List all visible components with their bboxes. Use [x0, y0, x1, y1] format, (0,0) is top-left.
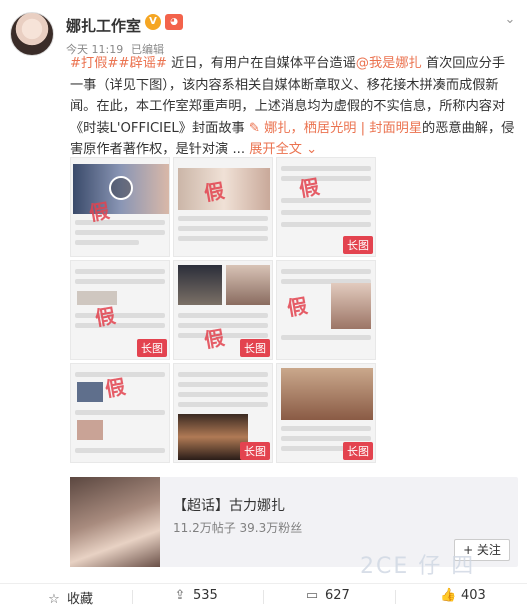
- user-name[interactable]: 娜扎工作室: [66, 15, 141, 36]
- long-image-badge: 长图: [343, 442, 373, 460]
- topic-thumb: [70, 477, 160, 567]
- image-thumb[interactable]: 长图: [173, 363, 273, 463]
- thumbs-up-icon: 👍: [440, 588, 457, 603]
- star-icon: ☆: [48, 592, 60, 607]
- like-count: 403: [461, 588, 486, 603]
- mention-link[interactable]: @我是娜扎: [356, 56, 422, 71]
- image-thumb[interactable]: 假: [173, 157, 273, 257]
- share-count: 535: [193, 588, 218, 603]
- collect-label: 收藏: [67, 592, 94, 607]
- article-link[interactable]: ✎ 娜扎，栖居光明 | 封面明星: [249, 121, 422, 136]
- long-image-badge: 长图: [240, 339, 270, 357]
- long-image-badge: 长图: [240, 442, 270, 460]
- collect-button[interactable]: ☆ 收藏: [46, 588, 93, 608]
- image-thumb[interactable]: 假 长图: [276, 157, 376, 257]
- image-grid: 假 假 假 长图 假 长图 假 长图 假 假 长图 长图: [70, 157, 376, 464]
- verified-icon: V: [145, 14, 161, 30]
- image-thumb[interactable]: 假 长图: [70, 260, 170, 360]
- like-button[interactable]: 👍 403: [440, 588, 486, 608]
- share-button[interactable]: ⇪ 535: [172, 588, 218, 608]
- chevron-down-icon[interactable]: ⌄: [501, 12, 519, 30]
- vip-icon: ◕: [165, 14, 183, 30]
- long-image-badge: 长图: [343, 236, 373, 254]
- image-thumb[interactable]: 假: [276, 260, 376, 360]
- comment-icon: ▭: [305, 588, 319, 603]
- post-text: #打假##辟谣# 近日，有用户在自媒体平台造谣@我是娜扎 首次回应分手一事（详见…: [70, 53, 516, 161]
- image-thumb[interactable]: 假 长图: [173, 260, 273, 360]
- avatar[interactable]: [10, 12, 54, 56]
- long-image-badge: 长图: [137, 339, 167, 357]
- expand-label: 展开全文: [249, 142, 302, 157]
- post-footer: ☆ 收藏 ⇪ 535 ▭ 627 👍 403: [0, 583, 527, 609]
- image-thumb[interactable]: 假: [70, 157, 170, 257]
- hashtag-fake[interactable]: #打假#: [70, 56, 118, 71]
- hashtag-rumor[interactable]: #辟谣#: [118, 56, 166, 71]
- share-icon: ⇪: [174, 588, 186, 603]
- fake-stamp: 假: [285, 293, 310, 321]
- image-thumb[interactable]: 长图: [276, 363, 376, 463]
- expand-link[interactable]: 展开全文 ⌄: [249, 142, 317, 157]
- image-thumb[interactable]: 假: [70, 363, 170, 463]
- topic-title[interactable]: 【超话】古力娜扎: [173, 495, 285, 515]
- topic-stats: 11.2万帖子 39.3万粉丝: [173, 521, 303, 535]
- post-text-part: 近日，有用户在自媒体平台造谣: [166, 56, 356, 71]
- watermark: 2CE 仔 四: [360, 554, 476, 579]
- article-link-text: 娜扎，栖居光明 | 封面明星: [264, 120, 423, 136]
- comment-count: 627: [325, 588, 350, 603]
- comment-button[interactable]: ▭ 627: [304, 588, 350, 608]
